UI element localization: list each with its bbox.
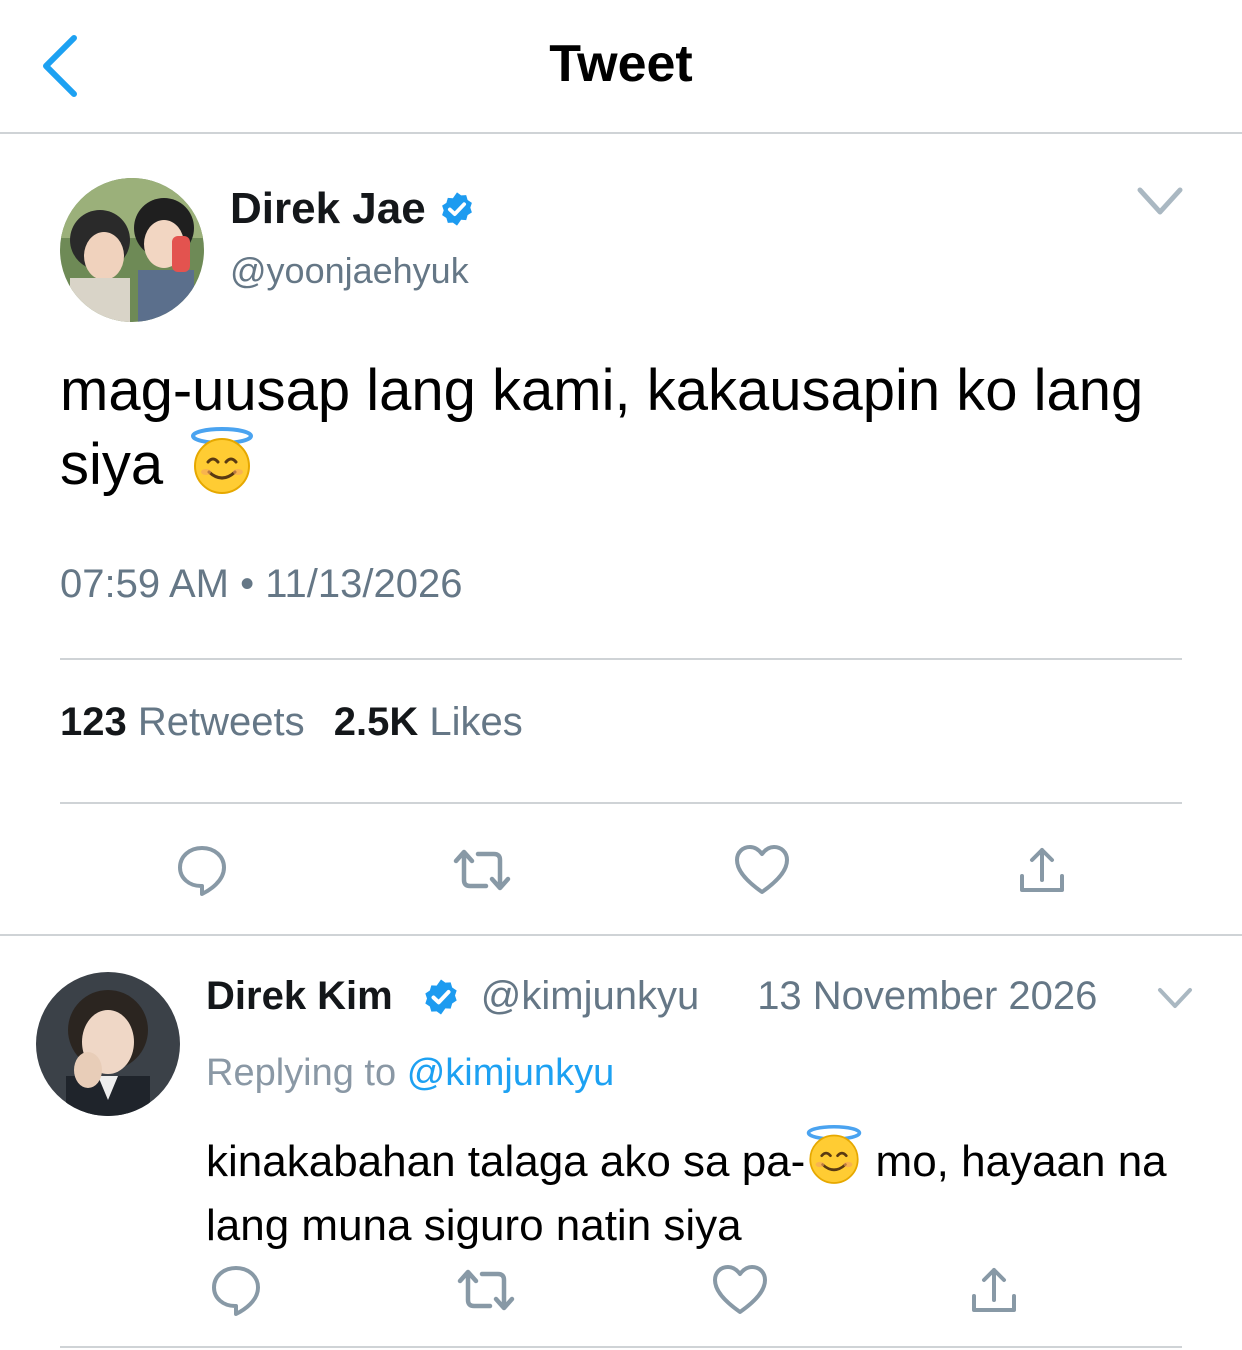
verified-badge-icon — [425, 979, 457, 1014]
verified-badge-icon — [441, 192, 472, 226]
share-icon — [1020, 848, 1064, 892]
reply-text: kinakabahan talaga ako sa pa- mo, hayaan… — [206, 1124, 1216, 1254]
tweet-timestamp: 07:59 AM • 11/13/2026 — [60, 562, 463, 606]
tweet-menu-button[interactable] — [1132, 180, 1188, 224]
share-button[interactable] — [954, 1250, 1034, 1330]
likes-label: Likes — [429, 700, 523, 744]
retweet-icon — [453, 849, 511, 891]
tweet-text: mag-uusap lang kami, kakausapin ko lang … — [60, 356, 1190, 510]
reply-icon — [212, 1266, 260, 1316]
retweets-label: Retweets — [137, 700, 305, 744]
retweet-icon — [457, 1269, 515, 1311]
reply-avatar[interactable] — [36, 972, 180, 1116]
divider — [0, 934, 1242, 936]
heart-icon — [735, 845, 789, 894]
likes-count: 2.5K — [333, 700, 419, 744]
divider — [60, 658, 1182, 660]
avatar[interactable] — [60, 178, 204, 322]
likes-stat[interactable]: 2.5K Likes — [334, 700, 523, 744]
tweet-stats: 123 Retweets 2.5K Likes — [60, 700, 523, 745]
reply-body-start: kinakabahan talaga ako sa pa- — [206, 1137, 806, 1186]
smiling-face-with-halo-icon — [189, 426, 255, 510]
divider — [60, 1346, 1182, 1348]
heart-icon — [713, 1265, 767, 1314]
retweet-button[interactable] — [442, 830, 522, 910]
share-icon — [972, 1268, 1016, 1312]
page-title: Tweet — [549, 35, 693, 93]
reply-author-handle[interactable]: @kimjunkyu — [481, 974, 699, 1019]
replying-to-link[interactable]: @kimjunkyu — [407, 1052, 615, 1094]
reply-icon — [178, 846, 226, 896]
author-name[interactable]: Direk Jae — [230, 184, 426, 234]
replying-to-line: Replying to @kimjunkyu — [206, 1052, 614, 1095]
reply-date: 13 November 2026 — [757, 974, 1098, 1018]
reply-button[interactable] — [196, 1250, 276, 1330]
reply-author-name[interactable]: Direk Kim — [206, 974, 393, 1019]
like-button[interactable] — [700, 1250, 780, 1330]
chevron-down-icon — [1137, 187, 1183, 215]
replying-prefix: Replying to — [206, 1052, 397, 1094]
chevron-down-icon — [1158, 988, 1192, 1008]
retweets-stat[interactable]: 123 Retweets — [60, 700, 305, 744]
divider — [60, 802, 1182, 804]
share-button[interactable] — [1002, 830, 1082, 910]
reply-menu-button[interactable] — [1154, 982, 1196, 1016]
author-handle[interactable]: @yoonjaehyuk — [230, 250, 469, 292]
reply-header: Direk Kim @kimjunkyu 13 November 2026 — [206, 974, 1097, 1019]
reply-button[interactable] — [162, 830, 242, 910]
retweet-button[interactable] — [446, 1250, 526, 1330]
smiling-face-with-halo-icon — [805, 1124, 863, 1198]
retweets-count: 123 — [60, 700, 127, 744]
like-button[interactable] — [722, 830, 802, 910]
author-name-row: Direk Jae — [230, 184, 476, 234]
